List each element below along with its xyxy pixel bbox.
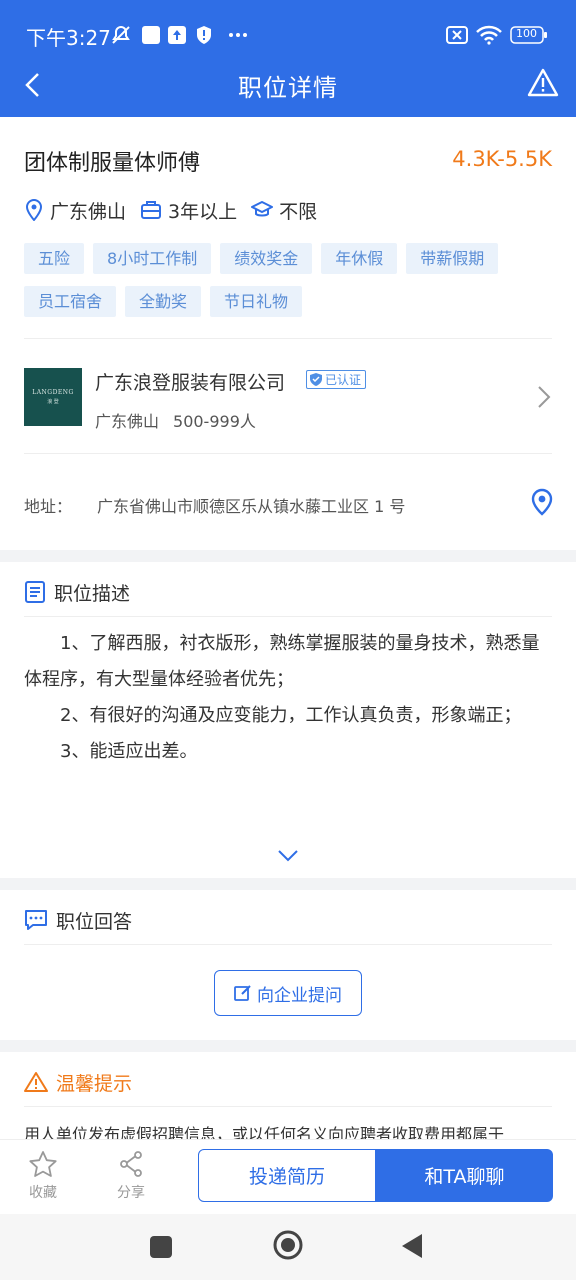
wifi-icon (476, 24, 502, 46)
triangle-back-icon (402, 1234, 422, 1258)
briefcase-icon (141, 201, 162, 219)
verified-text: 已认证 (325, 373, 362, 387)
qa-header: 职位回答 (24, 906, 132, 934)
job-location: 广东佛山 (24, 197, 126, 224)
home-circle-icon (273, 1230, 303, 1260)
share-label: 分享 (117, 1185, 145, 1201)
company-size: 500-999人 (173, 412, 256, 431)
verified-badge: 已认证 (306, 370, 367, 389)
star-icon (29, 1151, 57, 1177)
company-city: 广东佛山 (95, 412, 160, 431)
share-icon (120, 1151, 142, 1177)
divider (24, 1106, 552, 1107)
notice-title: 温馨提示 (56, 1072, 133, 1095)
job-experience-text: 3年以上 (168, 200, 238, 223)
favorite-button[interactable]: 收藏 (18, 1150, 68, 1202)
apply-resume-button[interactable]: 投递简历 (198, 1149, 376, 1202)
benefit-tag: 8小时工作制 (93, 243, 212, 274)
notice-header: 温馨提示 (24, 1068, 132, 1096)
page-title: 职位详情 (238, 74, 338, 102)
system-back-button[interactable] (400, 1233, 424, 1263)
benefit-tag: 绩效奖金 (220, 243, 313, 274)
chevron-right-icon (536, 384, 552, 414)
divider (24, 616, 552, 617)
battery-icon: 100 (510, 24, 548, 46)
favorite-label: 收藏 (29, 1185, 57, 1201)
company-logo-text-en: LANGDENG (32, 389, 74, 396)
home-button[interactable] (272, 1229, 304, 1265)
location-pin-icon (25, 199, 43, 221)
benefit-tag: 五险 (24, 243, 85, 274)
report-button[interactable] (526, 66, 560, 100)
description-header: 职位描述 (24, 578, 130, 606)
divider (24, 338, 552, 339)
job-description-card: 职位描述 1、了解西服，衬衣版形，熟练掌握服装的量身技术，熟悉量体程序，有大型量… (0, 562, 576, 878)
description-paragraph: 1、了解西服，衬衣版形，熟练掌握服装的量身技术，熟悉量体程序，有大型量体经验者优… (24, 633, 540, 690)
description-text: 1、了解西服，衬衣版形，熟练掌握服装的量身技术，熟悉量体程序，有大型量体经验者优… (24, 626, 554, 770)
address-label: 地址： (24, 497, 73, 516)
salary: 4.3K-5.5K (452, 147, 552, 171)
job-education-text: 不限 (279, 200, 318, 223)
location-pin-icon (531, 488, 553, 516)
benefit-tags: 五险 8小时工作制 绩效奖金 年休假 带薪假期员工宿舍 全勤奖 节日礼物 (24, 243, 554, 329)
address-value: 广东省佛山市顺德区乐从镇水藤工业区 1 号 (97, 497, 406, 516)
mute-icon (110, 24, 132, 46)
graduation-cap-icon (251, 201, 274, 217)
company-info: 广东佛山 500-999人 (95, 408, 256, 432)
benefit-tag: 员工宿舍 (24, 286, 117, 317)
divider (24, 453, 552, 454)
warning-icon (527, 68, 559, 97)
expand-button[interactable] (277, 848, 299, 867)
benefit-tag: 年休假 (321, 243, 398, 274)
benefit-tag: 带薪假期 (406, 243, 499, 274)
more-icon (228, 24, 248, 46)
company-row[interactable]: LANGDENG 浪 登 广东浪登服装有限公司 已认证 广东佛山 500-999人 (24, 368, 554, 431)
ask-company-button[interactable]: 向企业提问 (214, 970, 362, 1016)
company-logo-text-cn: 浪 登 (47, 399, 59, 405)
no-sim-icon (446, 24, 468, 46)
map-pin-button[interactable] (530, 488, 554, 520)
chevron-down-icon (278, 850, 298, 862)
benefit-tag: 节日礼物 (210, 286, 303, 317)
warning-icon (24, 1072, 48, 1092)
company-logo: LANGDENG 浪 登 (24, 368, 82, 426)
description-title: 职位描述 (54, 582, 131, 605)
status-time: 下午3:27 (26, 26, 111, 50)
qa-title: 职位回答 (56, 910, 133, 933)
upload-icon (168, 24, 186, 46)
job-experience: 3年以上 (140, 197, 237, 224)
job-title: 团体制服量体师傅 (24, 151, 201, 176)
header: 下午3:27 100 职位详情 (0, 0, 576, 117)
ask-company-label: 向企业提问 (257, 985, 342, 1006)
benefit-tag: 全勤奖 (125, 286, 202, 317)
job-summary-card: 团体制服量体师傅 4.3K-5.5K 广东佛山 3年以上 不限 五险 8小时工作制… (0, 117, 576, 550)
nav-bar: 职位详情 (0, 56, 576, 116)
edit-icon (234, 985, 251, 1001)
job-meta: 广东佛山 3年以上 不限 (24, 197, 331, 223)
notice-card: 温馨提示 用人单位发布虚假招聘信息，或以任何名义向应聘者收取费用都属于 (0, 1052, 576, 1152)
recent-apps-button[interactable] (149, 1235, 173, 1263)
battery-level: 100 (516, 27, 537, 40)
job-education: 不限 (251, 197, 317, 224)
shield-icon (195, 24, 213, 46)
job-qa-card: 职位回答 向企业提问 (0, 890, 576, 1040)
description-paragraph: 2、有很好的沟通及应变能力，工作认真负责，形象端正； (60, 705, 522, 726)
app-notification-icon (142, 24, 160, 46)
share-button[interactable]: 分享 (106, 1150, 156, 1202)
job-location-text: 广东佛山 (50, 200, 127, 223)
document-icon (25, 581, 45, 603)
description-paragraph: 3、能适应出差。 (60, 741, 198, 762)
chat-button[interactable]: 和TA聊聊 (376, 1149, 553, 1202)
system-navigation-bar (0, 1214, 576, 1280)
square-icon (150, 1236, 172, 1258)
bottom-action-bar: 收藏 分享 投递简历 和TA聊聊 (0, 1139, 576, 1214)
divider (24, 944, 552, 945)
verified-shield-icon (310, 373, 322, 386)
chat-bubble-icon (25, 910, 47, 930)
company-name: 广东浪登服装有限公司 (95, 372, 286, 394)
